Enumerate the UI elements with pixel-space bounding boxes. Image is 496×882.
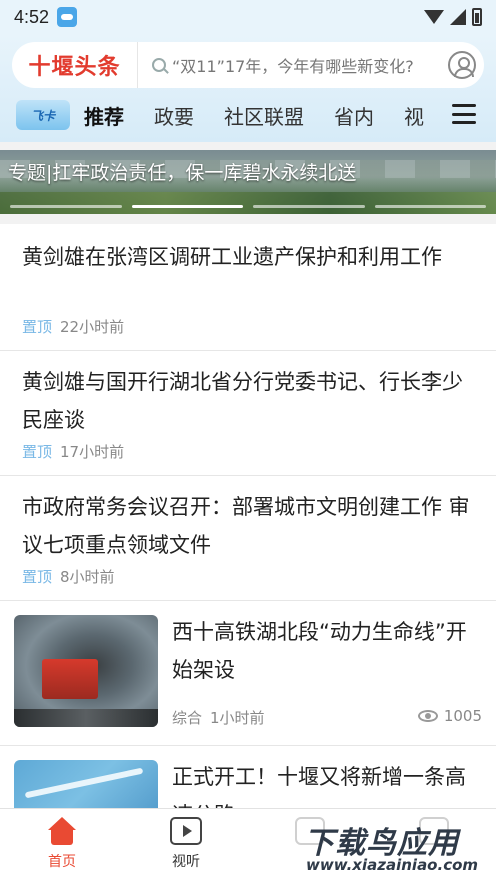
news-title: 市政府常务会议召开：部署城市文明创建工作 审议七项重点领域文件: [22, 495, 470, 557]
pinned-tag: 置顶: [22, 318, 53, 336]
pinned-tag: 置顶: [22, 568, 53, 586]
news-time: 1小时前: [210, 709, 265, 727]
banner-dot: [10, 205, 122, 208]
watermark-url: www.xiazainiao.com: [306, 856, 479, 874]
search-placeholder: “双11”17年，今年有哪些新变化?: [172, 57, 414, 76]
app-header: 十堰头条 “双11”17年，今年有哪些新变化? 飞卡 推荐 政要 社区联盟 省内…: [0, 34, 496, 142]
tab-province[interactable]: 省内: [334, 101, 374, 130]
news-time: 17小时前: [60, 443, 125, 461]
nav-home-label: 首页: [48, 854, 76, 870]
eye-icon: [417, 710, 438, 722]
home-icon: [46, 817, 78, 847]
battery-icon: [472, 8, 482, 26]
news-meta: 综合 1小时前: [172, 707, 265, 728]
news-meta: 置顶 22小时前: [22, 316, 124, 337]
news-time: 22小时前: [60, 318, 125, 336]
news-card[interactable]: 西十高铁湖北段“动力生命线”开始架设 综合 1小时前 1005: [0, 601, 496, 746]
status-indicators: [424, 8, 482, 26]
tab-recommend[interactable]: 推荐: [84, 101, 124, 130]
news-time: 8小时前: [60, 568, 115, 586]
news-category: 综合: [172, 709, 203, 727]
video-play-icon: [170, 817, 202, 845]
news-thumbnail: [14, 760, 158, 808]
banner-dot: [253, 205, 365, 208]
app-logo: 十堰头条: [12, 42, 138, 88]
nav-home[interactable]: 首页: [0, 809, 124, 882]
menu-icon[interactable]: [452, 104, 476, 124]
tab-video[interactable]: 视: [404, 101, 424, 130]
news-feed: 黄剑雄在张湾区调研工业遗产保护和利用工作 置顶 22小时前 黄剑雄与国开行湖北省…: [0, 224, 496, 808]
news-item[interactable]: 市政府常务会议召开：部署城市文明创建工作 审议七项重点领域文件 置顶 8小时前: [0, 476, 496, 601]
search-input[interactable]: “双11”17年，今年有哪些新变化?: [138, 42, 442, 88]
news-meta: 置顶 17小时前: [22, 441, 124, 462]
banner-page-indicator: [10, 205, 486, 208]
user-icon[interactable]: [448, 51, 476, 79]
nav-video[interactable]: 视听: [124, 809, 248, 882]
signal-icon: [450, 9, 466, 25]
news-thumbnail: [14, 615, 158, 727]
nav-video-label: 视听: [172, 854, 200, 870]
news-meta: 置顶 8小时前: [22, 566, 115, 587]
news-item[interactable]: 黄剑雄在张湾区调研工业遗产保护和利用工作 置顶 22小时前: [0, 224, 496, 351]
banner-title: 专题|扛牢政治责任，保一库碧水永续北送: [8, 162, 357, 184]
news-item[interactable]: 黄剑雄与国开行湖北省分行党委书记、行长李少民座谈 置顶 17小时前: [0, 351, 496, 476]
status-bar: 4:52: [0, 0, 496, 34]
news-title: 黄剑雄在张湾区调研工业遗产保护和利用工作: [22, 245, 442, 269]
wifi-icon: [424, 10, 444, 24]
category-tabs: 飞卡 推荐 政要 社区联盟 省内 视: [0, 92, 496, 138]
search-icon: [152, 58, 166, 72]
tab-politics[interactable]: 政要: [154, 101, 194, 130]
watermark: 下载鸟应用 www.xiazainiao.com: [294, 816, 490, 878]
banner-dot: [374, 205, 486, 208]
header-search-bar: 十堰头条 “双11”17年，今年有哪些新变化?: [12, 42, 484, 88]
banner-dot-active: [131, 205, 243, 208]
status-time: 4:52: [14, 6, 50, 27]
news-title: 西十高铁湖北段“动力生命线”开始架设: [172, 620, 467, 682]
feika-icon[interactable]: 飞卡: [16, 100, 70, 130]
tab-community[interactable]: 社区联盟: [224, 101, 304, 130]
pinned-tag: 置顶: [22, 443, 53, 461]
news-title: 黄剑雄与国开行湖北省分行党委书记、行长李少民座谈: [22, 370, 463, 432]
view-count: 1005: [417, 707, 482, 725]
app-notification-icon: [57, 7, 78, 27]
news-title: 正式开工！十堰又将新增一条高速公路: [172, 765, 466, 808]
banner-carousel[interactable]: 专题|扛牢政治责任，保一库碧水永续北送: [0, 150, 496, 214]
tab-list: 推荐 政要 社区联盟 省内 视: [84, 101, 434, 130]
view-count-value: 1005: [443, 707, 482, 725]
news-card[interactable]: 正式开工！十堰又将新增一条高速公路: [0, 746, 496, 808]
